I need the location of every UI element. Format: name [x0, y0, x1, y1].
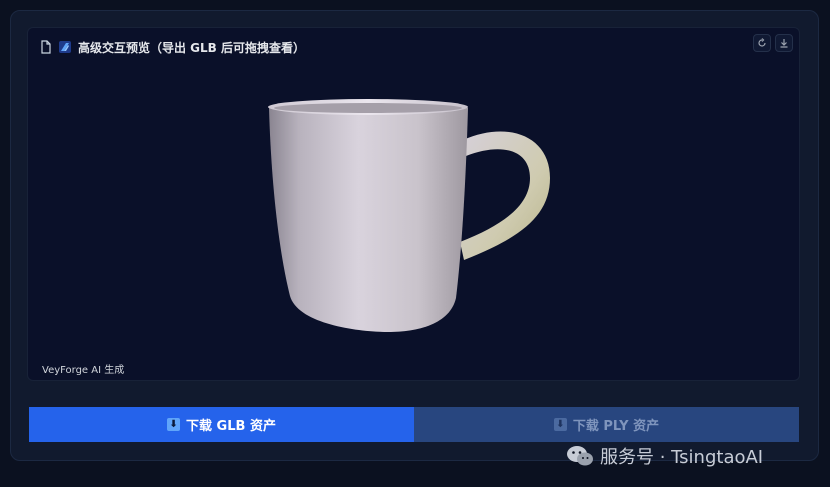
download-ply-button[interactable]: ⬇ 下载 PLY 资产: [414, 407, 799, 442]
wechat-icon: [567, 446, 593, 466]
mug-handle: [460, 131, 550, 260]
reset-icon: [758, 38, 766, 47]
viewer-header: 高级交互预览（导出 GLB 后可拖拽查看）: [40, 38, 305, 56]
mug-body: [269, 108, 468, 332]
download-icon: [780, 39, 788, 48]
down-arrow-icon: ⬇: [553, 418, 567, 431]
reset-view-button[interactable]: [753, 34, 771, 52]
file-icon: [41, 40, 51, 54]
watermark-text: 服务号 · TsingtaoAI: [600, 447, 764, 468]
download-view-button[interactable]: [775, 34, 793, 52]
generated-by-label: VeyForge AI 生成: [42, 365, 125, 376]
download-glb-button[interactable]: ⬇ 下载 GLB 资产: [29, 407, 414, 442]
down-arrow-icon: ⬇: [167, 418, 181, 431]
crystal-icon: [59, 41, 71, 53]
download-actions: ⬇ 下载 GLB 资产 ⬇ 下载 PLY 资产: [29, 407, 799, 442]
wechat-watermark: 服务号 · TsingtaoAI: [566, 443, 763, 469]
download-glb-label: 下载 GLB 资产: [186, 419, 276, 434]
mug-model[interactable]: [28, 28, 800, 381]
3d-viewer[interactable]: 高级交互预览（导出 GLB 后可拖拽查看） VeyForge AI 生成: [27, 27, 800, 381]
viewer-toolbar: [753, 34, 793, 52]
viewer-title: 高级交互预览（导出 GLB 后可拖拽查看）: [78, 40, 305, 55]
download-ply-label: 下载 PLY 资产: [572, 419, 660, 434]
